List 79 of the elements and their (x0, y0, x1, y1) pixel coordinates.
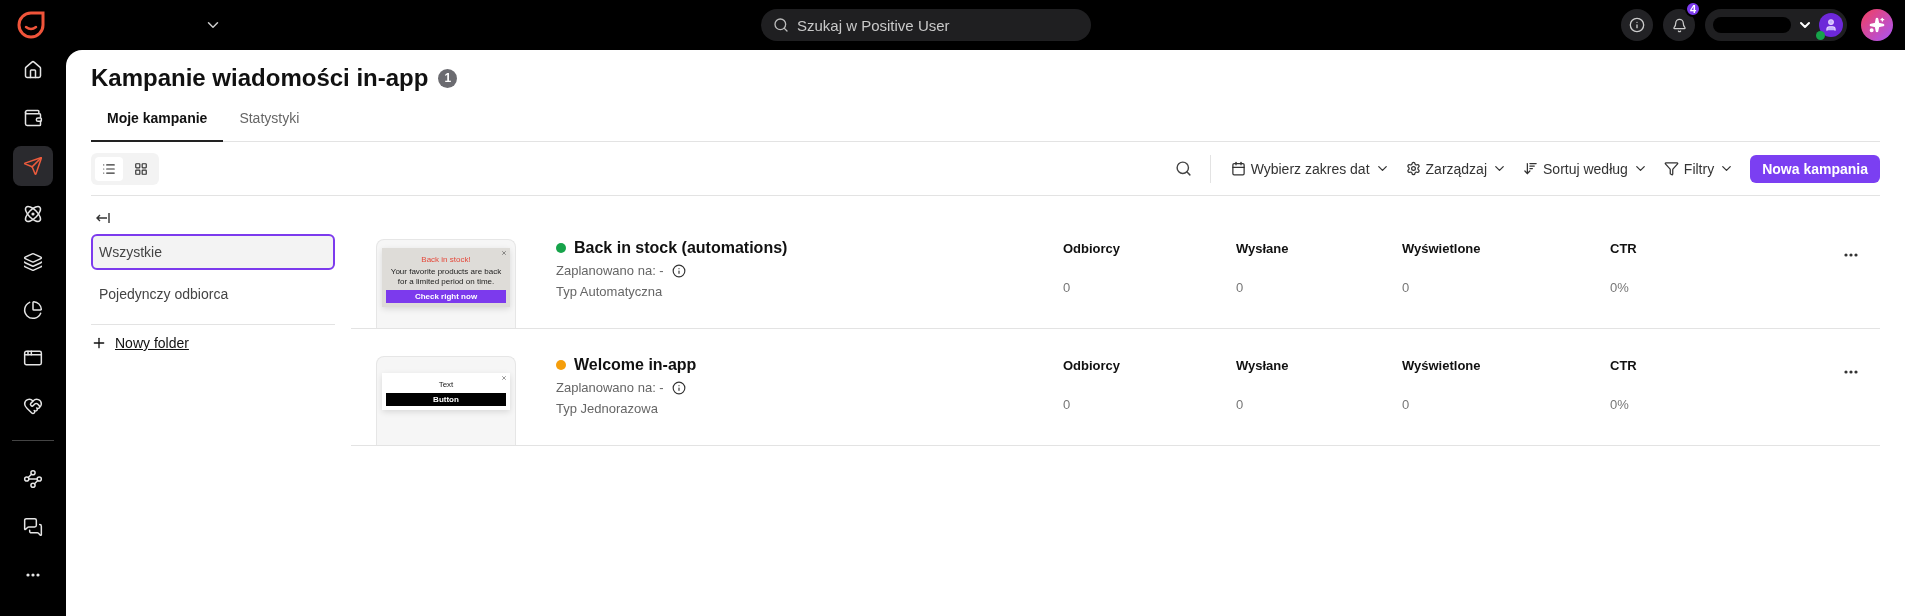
notification-badge: 4 (1685, 1, 1701, 17)
stat-label: Odbiorcy (1063, 241, 1122, 256)
person-icon (1824, 18, 1838, 32)
popup-text: Text (438, 380, 454, 390)
dropdown-button[interactable]: Sortuj według (1515, 160, 1656, 177)
list-icon (102, 161, 116, 176)
stat-label: Wyświetlone (1402, 358, 1482, 373)
stat-label: CTR (1610, 241, 1638, 256)
count-badge: 1 (438, 68, 458, 88)
stat-label: Wyświetlone (1402, 241, 1482, 256)
ai-assistant-button[interactable] (1861, 9, 1893, 41)
info-button[interactable] (1621, 9, 1653, 41)
filter-icon (1663, 161, 1679, 176)
new-folder-link[interactable]: Nowy folder (91, 335, 335, 351)
nodes-icon (23, 469, 43, 489)
stat-value: 0 (1236, 280, 1245, 295)
close-icon (501, 375, 507, 381)
settings-icon (1405, 161, 1421, 176)
popup-button: Button (386, 393, 506, 406)
list-view-button[interactable] (95, 156, 123, 181)
layers-icon (23, 252, 43, 272)
paper-plane-icon (23, 156, 43, 176)
more-icon (1844, 370, 1858, 374)
tab[interactable]: Moje kampanie (91, 106, 224, 142)
stat-value: 0 (1063, 397, 1072, 412)
bell-icon (1671, 17, 1687, 33)
tab[interactable]: Statystyki (223, 106, 316, 142)
grid-icon (134, 161, 148, 176)
wallet-icon (23, 108, 43, 128)
user-menu-button[interactable] (1705, 9, 1847, 41)
campaign-name[interactable]: Back in stock (automations) (574, 239, 788, 257)
stat-value: 0% (1610, 397, 1630, 412)
new-campaign-button[interactable]: Nowa kampania (1750, 154, 1880, 183)
sort-icon (1523, 161, 1538, 176)
window-icon (23, 348, 43, 368)
dropdown-button[interactable]: Zarządzaj (1397, 160, 1515, 177)
campaign-type: Typ Automatyczna (556, 284, 663, 299)
atom-icon (23, 204, 43, 224)
info-icon[interactable] (671, 263, 686, 278)
pie-chart-icon (23, 300, 43, 320)
sparkle-icon (1869, 17, 1885, 33)
stat-value: 0 (1402, 280, 1411, 295)
popup-button: Check right now (386, 290, 506, 303)
chat-bubbles-icon (23, 517, 43, 537)
heart-hand-icon (23, 396, 43, 416)
dropdown-button[interactable]: Filtry (1655, 160, 1743, 177)
close-icon (501, 250, 507, 256)
page-title: Kampanie wiadomości in-app (91, 64, 429, 92)
house-icon (23, 60, 43, 80)
popup-title: Back in stock! (421, 255, 471, 264)
search-icon (1174, 160, 1192, 177)
info-icon (1629, 17, 1645, 33)
more-icon (1844, 253, 1858, 257)
online-dot (1816, 31, 1825, 40)
message-preview[interactable]: Text Button (376, 356, 516, 445)
logo-icon[interactable] (16, 10, 46, 40)
arrow-to-bar-icon (95, 212, 111, 224)
folder-item[interactable]: Wszystkie (91, 234, 335, 270)
scheduled-text: Zaplanowano na: - (556, 263, 664, 278)
stat-value: 0 (1063, 280, 1072, 295)
info-icon[interactable] (671, 380, 686, 395)
search-field[interactable]: Szukaj w Positive User (761, 9, 1091, 41)
campaign-type: Typ Jednorazowa (556, 401, 658, 416)
dropdown-button[interactable]: Wybierz zakres dat (1222, 160, 1398, 177)
campaign-name[interactable]: Welcome in-app (574, 356, 697, 374)
message-preview[interactable]: Back in stock! Your favorite products are back for a limited period on time. Check right now (376, 239, 516, 328)
stat-value: 0% (1610, 280, 1630, 295)
plus-icon (91, 335, 107, 351)
stat-label: Wysłane (1236, 358, 1290, 373)
scheduled-text: Zaplanowano na: - (556, 380, 664, 395)
stat-value: 0 (1402, 397, 1411, 412)
stat-value: 0 (1236, 397, 1245, 412)
popup-text: Your favorite products are back for a limited period on time. (389, 267, 503, 287)
more-icon (26, 573, 40, 577)
stat-label: Wysłane (1236, 241, 1290, 256)
stat-label: CTR (1610, 358, 1638, 373)
folder-item[interactable]: Pojedynczy odbiorca (91, 276, 335, 312)
stat-label: Odbiorcy (1063, 358, 1122, 373)
calendar-icon (1230, 161, 1246, 176)
